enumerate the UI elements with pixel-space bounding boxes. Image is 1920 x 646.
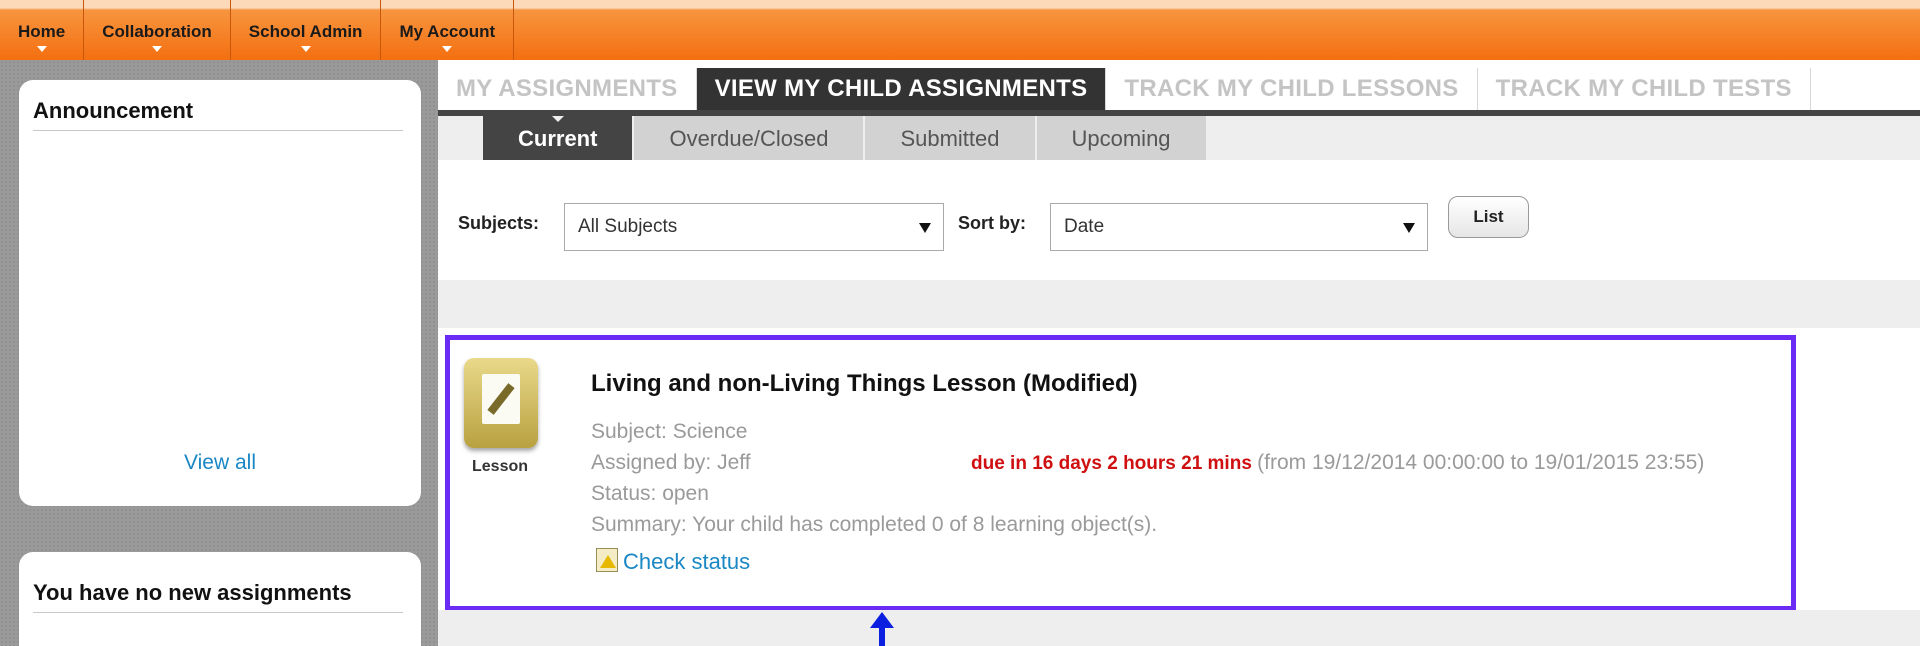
subtab-overdue-closed[interactable]: Overdue/Closed <box>634 116 864 162</box>
subjects-select[interactable]: All Subjects <box>564 203 944 251</box>
dropdown-arrow-icon <box>1403 223 1415 233</box>
nav-my-account-label: My Account <box>399 22 496 41</box>
nav-school-admin-label: School Admin <box>248 22 363 41</box>
sidebar: Announcement View all You have no new as… <box>0 60 438 646</box>
assignment-summary: Summary: Your child has completed 0 of 8… <box>591 513 1158 536</box>
tab-view-my-child-assignments[interactable]: VIEW MY CHILD ASSIGNMENTS <box>696 68 1107 110</box>
tab-track-my-child-tests[interactable]: TRACK MY CHILD TESTS <box>1478 68 1811 110</box>
chevron-down-icon <box>300 46 311 52</box>
tab-track-my-child-lessons[interactable]: TRACK MY CHILD LESSONS <box>1106 68 1478 110</box>
chevron-down-icon <box>442 46 453 52</box>
nav-collaboration-label: Collaboration <box>102 22 212 41</box>
list-button[interactable]: List <box>1448 196 1529 238</box>
announcement-panel: Announcement View all <box>19 80 421 506</box>
due-countdown: due in 16 days 2 hours 21 mins <box>971 453 1252 474</box>
check-status-label: Check status <box>623 549 751 574</box>
assignment-assigned-by: Assigned by: Jeff <box>591 451 751 474</box>
dropdown-arrow-icon <box>919 223 931 233</box>
subtab-current-label: Current <box>518 126 598 151</box>
due-date-range: (from 19/12/2014 00:00:00 to 19/01/2015 … <box>1257 451 1705 474</box>
new-assignments-panel: You have no new assignments <box>19 552 421 646</box>
assignment-card: Lesson Living and non-Living Things Less… <box>445 335 1796 611</box>
nav-collaboration[interactable]: Collaboration <box>84 0 231 60</box>
check-status-link[interactable]: Check status <box>596 548 750 575</box>
warning-icon <box>596 548 618 572</box>
subtab-submitted[interactable]: Submitted <box>865 116 1035 162</box>
assignment-due: due in 16 days 2 hours 21 mins (from 19/… <box>971 451 1704 475</box>
main-tabs: MY ASSIGNMENTS VIEW MY CHILD ASSIGNMENTS… <box>438 68 1920 116</box>
new-assignments-title: You have no new assignments <box>33 580 403 613</box>
assignment-type-label: Lesson <box>472 458 529 475</box>
nav-school-admin[interactable]: School Admin <box>231 0 382 60</box>
chevron-down-icon <box>36 46 47 52</box>
assignment-title: Living and non-Living Things Lesson (Mod… <box>591 370 1138 397</box>
subtabs: Current Overdue/Closed Submitted Upcomin… <box>483 116 1208 162</box>
nav-home-label: Home <box>18 22 66 41</box>
top-navigation: Home Collaboration School Admin My Accou… <box>0 0 1920 60</box>
subtab-current[interactable]: Current <box>483 116 633 162</box>
list-footer-band <box>438 610 1920 646</box>
warning-triangle <box>600 555 616 568</box>
chevron-down-icon <box>152 46 163 52</box>
tab-my-assignments[interactable]: MY ASSIGNMENTS <box>438 68 697 110</box>
sort-by-select-value: Date <box>1064 216 1105 237</box>
nav-my-account[interactable]: My Account <box>381 0 515 60</box>
active-notch <box>551 116 564 122</box>
assignment-status: Status: open <box>591 482 709 505</box>
sort-by-select[interactable]: Date <box>1050 203 1428 251</box>
announcement-title: Announcement <box>33 98 403 131</box>
view-all-link[interactable]: View all <box>19 451 421 475</box>
sort-by-label: Sort by: <box>958 213 1027 233</box>
subjects-select-value: All Subjects <box>578 216 678 237</box>
subtab-upcoming[interactable]: Upcoming <box>1036 116 1206 162</box>
main-content: MY ASSIGNMENTS VIEW MY CHILD ASSIGNMENTS… <box>438 60 1920 646</box>
list-header-band <box>438 280 1920 328</box>
subtabs-strip: Current Overdue/Closed Submitted Upcomin… <box>438 116 1920 162</box>
subjects-label: Subjects: <box>458 213 540 233</box>
nav-home[interactable]: Home <box>0 0 85 60</box>
assignment-subject: Subject: Science <box>591 420 748 443</box>
arrow-up-icon <box>870 612 894 646</box>
lesson-icon[interactable] <box>464 358 538 448</box>
